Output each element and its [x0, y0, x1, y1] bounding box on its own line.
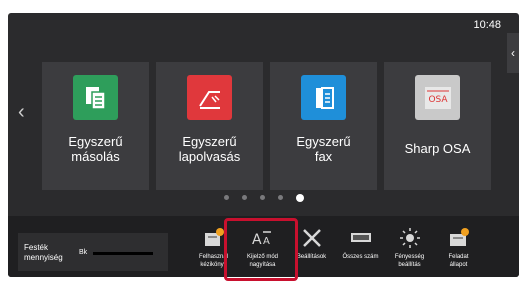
fax-icon [301, 75, 346, 120]
app-label: Egyszerű fax [296, 134, 351, 164]
job-status-icon [447, 227, 471, 249]
app-label: Egyszerű másolás [68, 134, 123, 164]
app-label: Egyszerű lapolvasás [178, 134, 241, 164]
toner-label: Festék mennyiség [24, 243, 63, 262]
brightness-icon [398, 227, 422, 249]
svg-text:OSA: OSA [428, 95, 448, 105]
clock: 10:48 [473, 19, 501, 31]
scan-icon [187, 75, 232, 120]
app-tile-easy-fax[interactable]: Egyszerű fax [270, 62, 377, 190]
tool-label: Feladat állapot [448, 254, 469, 268]
tool-label: Beállítások [296, 254, 327, 260]
wrench-screwdriver-icon [300, 227, 324, 249]
app-tile-easy-copy[interactable]: Egyszerű másolás [42, 62, 149, 190]
brightness-button[interactable]: Fényesség beállítás [387, 224, 432, 276]
toner-level-panel: Festék mennyiség Bk [18, 233, 168, 271]
toner-channel: Bk [79, 249, 88, 256]
chevron-left-icon: ‹ [511, 46, 515, 60]
previous-page-button[interactable]: ‹ [18, 101, 25, 124]
manual-icon [202, 227, 226, 249]
total-count-button[interactable]: Összes szám [338, 224, 383, 276]
job-status-button[interactable]: Feladat állapot [436, 224, 481, 276]
app-label: Sharp OSA [404, 141, 471, 156]
page-dot-active[interactable] [295, 194, 304, 202]
chevron-left-icon: ‹ [18, 101, 25, 123]
page-dot[interactable] [259, 195, 265, 200]
highlight-frame [224, 218, 298, 281]
counter-icon [349, 227, 373, 249]
toner-level-bar [93, 252, 153, 255]
page-dot[interactable] [277, 195, 283, 200]
app-tile-sharp-osa[interactable]: OSA Sharp OSA [384, 62, 491, 190]
side-panel-toggle[interactable]: ‹ [507, 33, 519, 73]
app-tile-easy-scan[interactable]: Egyszerű lapolvasás [156, 62, 263, 190]
copy-icon [73, 75, 118, 120]
page-dot[interactable] [223, 195, 229, 200]
tool-label: Összes szám [342, 254, 379, 260]
tool-label: Fényesség beállítás [394, 254, 425, 268]
osa-icon: OSA [415, 75, 460, 120]
page-indicator [8, 194, 519, 202]
page-dot[interactable] [241, 195, 247, 200]
